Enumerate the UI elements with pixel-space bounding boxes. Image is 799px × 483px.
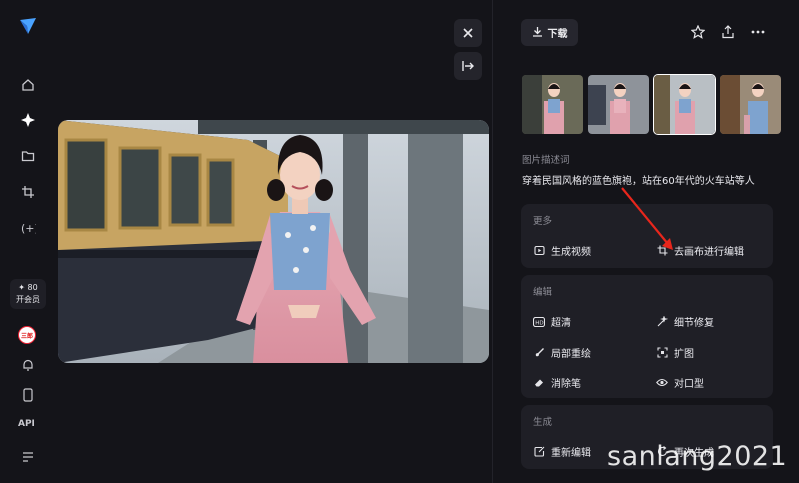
api-link[interactable]: API xyxy=(18,419,35,429)
detail-repair-button[interactable]: 细节修复 xyxy=(656,314,714,329)
code-brace-icon[interactable]: (+) xyxy=(19,219,37,237)
prompt-text: 穿着民国风格的蓝色旗袍，站在60年代的火车站等人 xyxy=(522,176,755,187)
collapse-panel-button[interactable] xyxy=(454,52,482,80)
left-sidebar: (+) ✦ 80 开会员 三郎 API xyxy=(0,0,56,483)
re-edit-label: 重新编辑 xyxy=(551,448,591,459)
generate-video-button[interactable]: 生成视频 xyxy=(533,243,591,258)
share-icon[interactable] xyxy=(720,24,736,40)
phone-icon[interactable] xyxy=(19,386,37,404)
re-edit-icon xyxy=(533,446,545,458)
more-options-icon[interactable] xyxy=(750,24,766,40)
inpaint-button[interactable]: 局部重绘 xyxy=(533,345,591,360)
generate-card-title: 生成 xyxy=(533,417,553,428)
canvas-icon xyxy=(656,245,668,257)
svg-text:(+): (+) xyxy=(21,222,36,235)
variant-thumbnail-selected[interactable] xyxy=(653,74,716,135)
vip-sparkle-icon: ✦ xyxy=(18,283,28,292)
brush-icon xyxy=(533,347,545,359)
folder-icon[interactable] xyxy=(19,147,37,165)
more-card-title: 更多 xyxy=(533,216,553,227)
edit-card: 编辑 HD 超清 细节修复 局部重绘 扩图 消除笔 对口型 xyxy=(521,275,773,398)
app-logo-icon[interactable] xyxy=(18,16,38,36)
edit-card-title: 编辑 xyxy=(533,287,553,298)
lip-sync-label: 对口型 xyxy=(674,379,704,390)
upscale-button[interactable]: HD 超清 xyxy=(533,314,571,329)
vip-button[interactable]: ✦ 80 开会员 xyxy=(10,279,46,309)
eraser-icon xyxy=(533,377,545,389)
star-icon[interactable] xyxy=(690,24,706,40)
watermark: sanlang2021 xyxy=(607,441,788,472)
details-panel: 下载 图片描述词 穿着民国风格的蓝色旗袍，站在60年代的火车站等人 更多 生成视… xyxy=(493,0,799,483)
close-icon xyxy=(462,24,474,43)
upscale-label: 超清 xyxy=(551,318,571,329)
edit-on-canvas-label: 去画布进行编辑 xyxy=(674,247,744,258)
generated-image[interactable] xyxy=(58,120,489,363)
generate-video-label: 生成视频 xyxy=(551,247,591,258)
menu-icon[interactable] xyxy=(19,447,37,465)
variant-thumbnail[interactable] xyxy=(521,74,584,135)
bell-icon[interactable] xyxy=(19,356,37,374)
variant-thumbnails xyxy=(521,74,782,135)
avatar[interactable]: 三郎 xyxy=(18,326,36,344)
vip-count: 80 xyxy=(27,283,38,292)
variant-thumbnail[interactable] xyxy=(719,74,782,135)
inpaint-label: 局部重绘 xyxy=(551,349,591,360)
prompt-section-label: 图片描述词 xyxy=(522,155,570,166)
export-arrow-icon xyxy=(461,57,475,76)
video-icon xyxy=(533,245,545,257)
re-edit-button[interactable]: 重新编辑 xyxy=(533,444,591,459)
svg-text:HD: HD xyxy=(535,320,543,326)
image-viewer xyxy=(56,0,492,483)
download-label: 下载 xyxy=(547,29,568,40)
home-icon[interactable] xyxy=(19,76,37,94)
variant-thumbnail[interactable] xyxy=(587,74,650,135)
expand-icon xyxy=(656,347,668,359)
vip-label: 开会员 xyxy=(16,295,40,304)
download-button[interactable]: 下载 xyxy=(521,19,578,46)
close-button[interactable] xyxy=(454,19,482,47)
magic-wand-icon xyxy=(656,316,668,328)
sparkle-icon[interactable] xyxy=(19,111,37,129)
eraser-label: 消除笔 xyxy=(551,379,581,390)
download-icon xyxy=(532,26,543,40)
eye-icon xyxy=(656,377,668,389)
crop-icon[interactable] xyxy=(19,183,37,201)
edit-on-canvas-button[interactable]: 去画布进行编辑 xyxy=(656,243,744,258)
expand-image-label: 扩图 xyxy=(674,349,694,360)
more-card: 更多 生成视频 去画布进行编辑 xyxy=(521,204,773,268)
lip-sync-button[interactable]: 对口型 xyxy=(656,375,704,390)
expand-image-button[interactable]: 扩图 xyxy=(656,345,694,360)
detail-repair-label: 细节修复 xyxy=(674,318,714,329)
eraser-button[interactable]: 消除笔 xyxy=(533,375,581,390)
hd-icon: HD xyxy=(533,316,545,328)
